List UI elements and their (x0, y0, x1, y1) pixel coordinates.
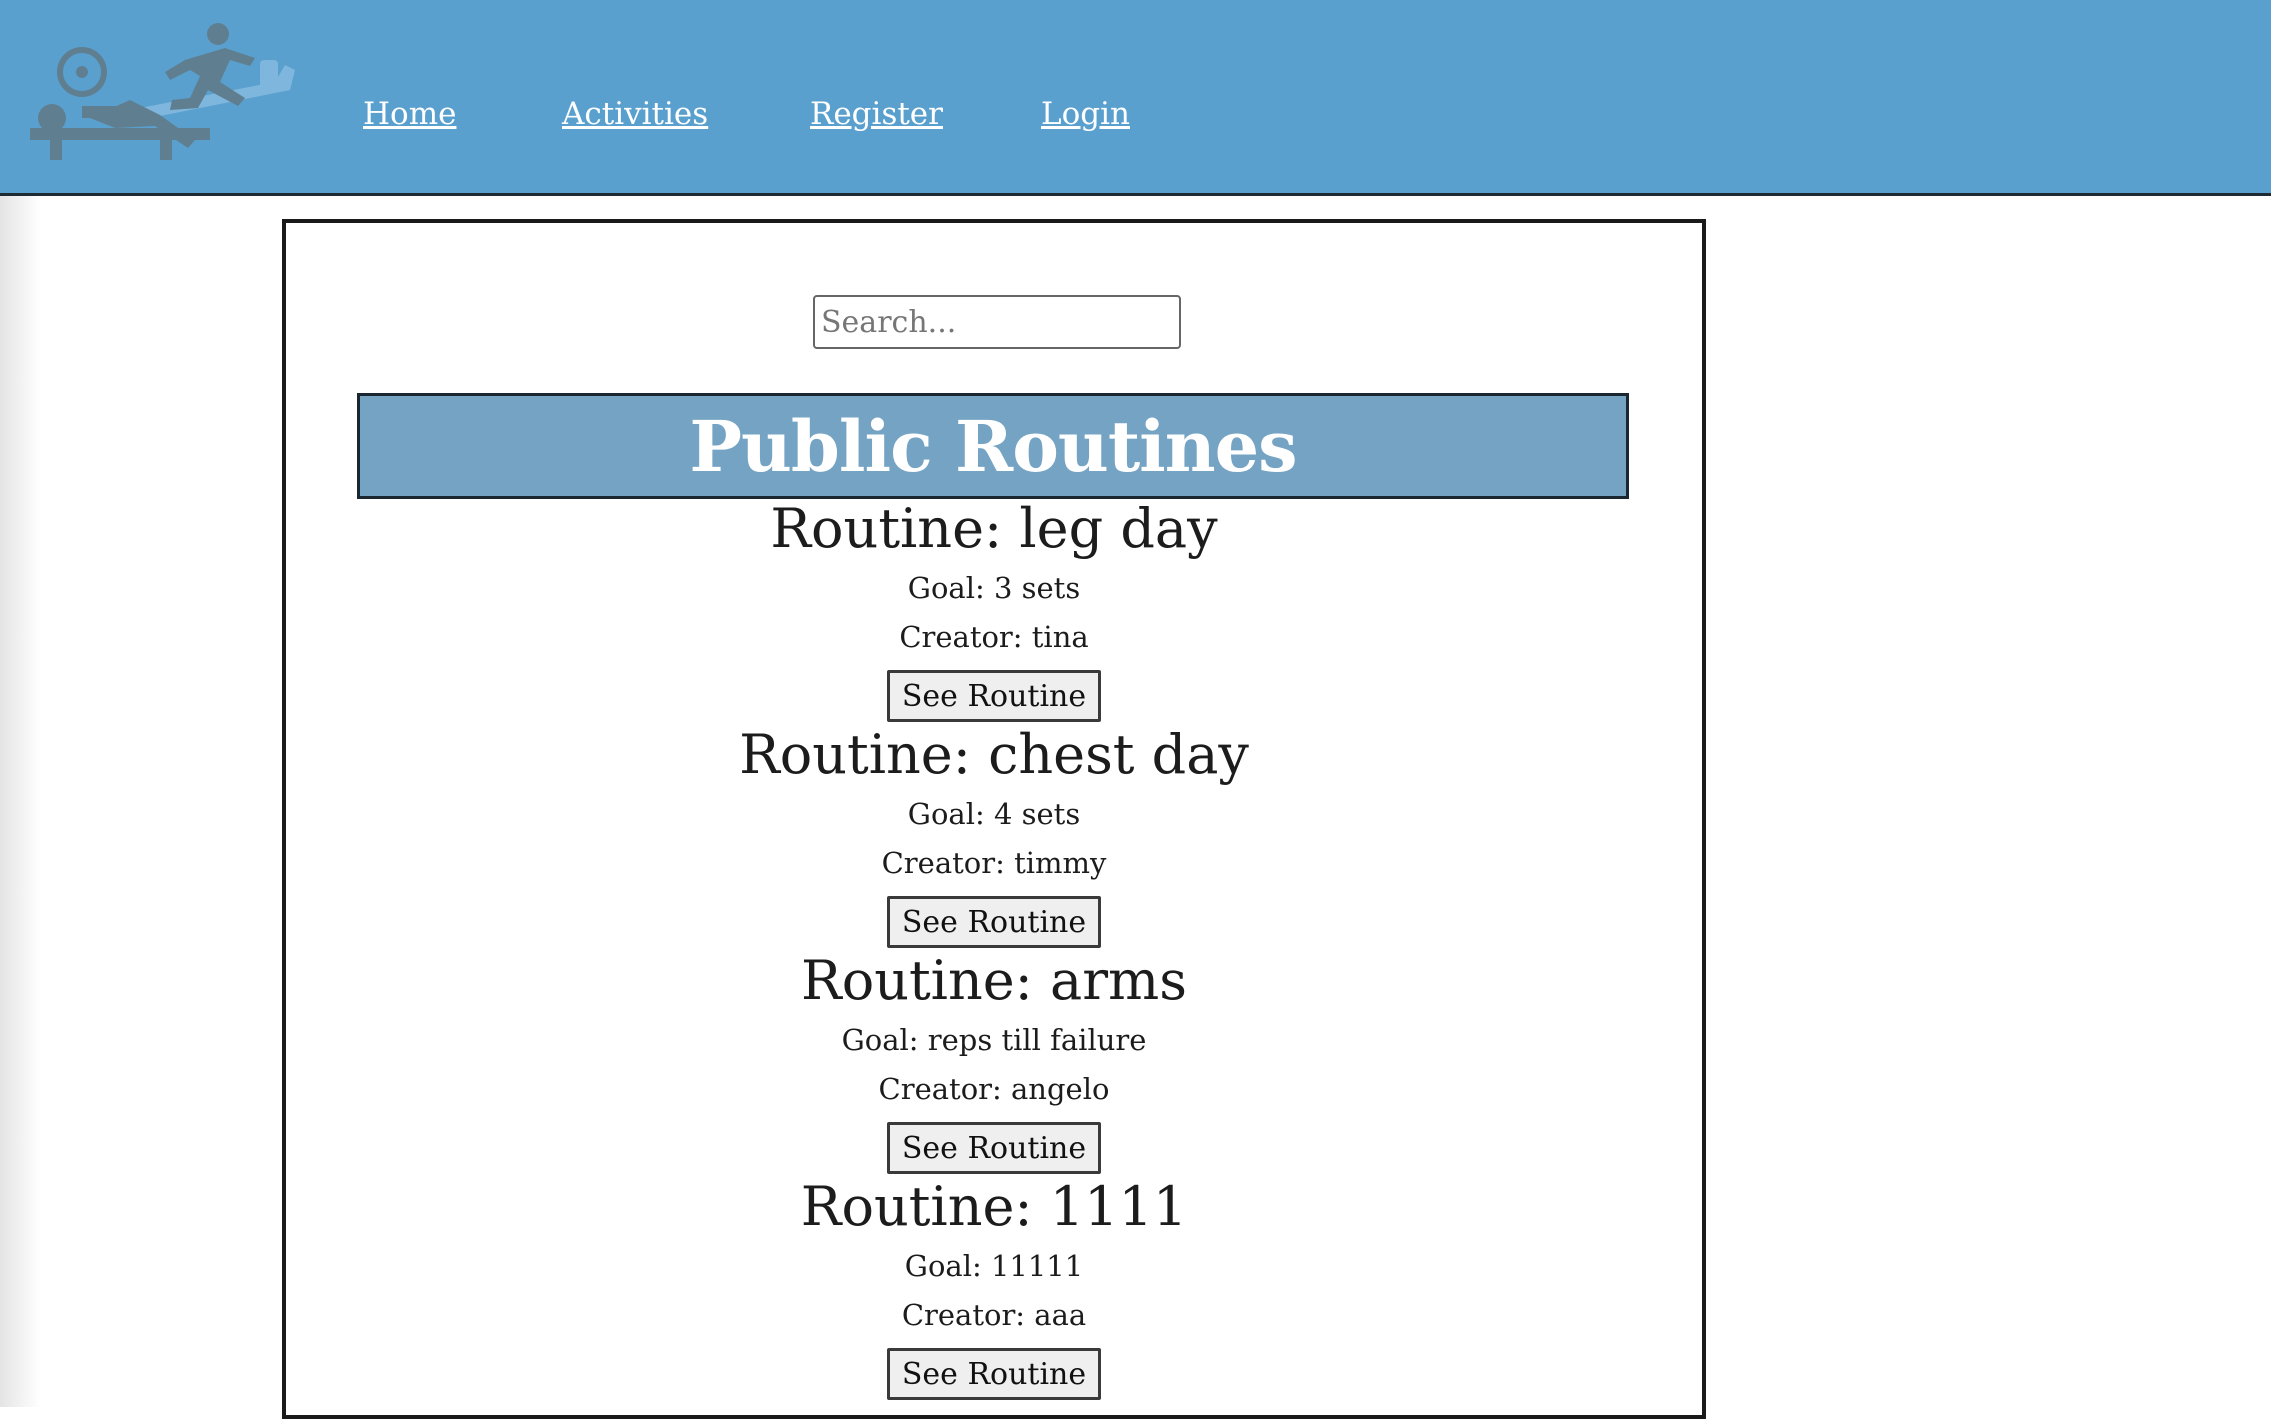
routine-item: Routine: leg day Goal: 3 sets Creator: t… (286, 499, 1702, 722)
routine-creator: Creator: tina (899, 620, 1089, 654)
workout-logo-icon[interactable] (20, 20, 300, 160)
see-routine-button[interactable]: See Routine (886, 896, 1102, 948)
routine-item: Routine: chest day Goal: 4 sets Creator:… (286, 725, 1702, 948)
nav-link-home[interactable]: Home (363, 96, 456, 132)
routine-goal: Goal: reps till failure (841, 1023, 1147, 1057)
routine-creator: Creator: aaa (901, 1298, 1087, 1332)
routine-name: Routine: chest day (739, 723, 1249, 786)
see-routine-button[interactable]: See Routine (886, 1122, 1102, 1174)
routine-item: Routine: arms Goal: reps till failure Cr… (286, 951, 1702, 1174)
nav-link-login[interactable]: Login (1041, 96, 1130, 132)
routine-creator: Creator: timmy (881, 846, 1107, 880)
see-routine-button[interactable]: See Routine (886, 670, 1102, 722)
routine-creator: Creator: angelo (878, 1072, 1110, 1106)
routine-name: Routine: 1111 (800, 1175, 1188, 1238)
routine-goal: Goal: 11111 (904, 1249, 1084, 1283)
routine-name: Routine: arms (801, 949, 1187, 1012)
routine-goal: Goal: 4 sets (907, 797, 1081, 831)
site-header: Home Activities Register Login (0, 0, 2271, 196)
see-routine-button[interactable]: See Routine (886, 1348, 1102, 1400)
page-left-shadow (0, 196, 40, 1407)
nav-link-register[interactable]: Register (810, 96, 943, 132)
section-title: Public Routines (689, 404, 1297, 488)
routine-name: Routine: leg day (770, 497, 1218, 560)
routine-goal: Goal: 3 sets (907, 571, 1081, 605)
section-title-banner: Public Routines (357, 393, 1629, 499)
routines-card: Public Routines Routine: leg day Goal: 3… (282, 219, 1706, 1419)
search-input[interactable] (813, 295, 1181, 349)
nav-link-activities[interactable]: Activities (562, 96, 708, 132)
routine-item: Routine: 1111 Goal: 11111 Creator: aaa S… (286, 1177, 1702, 1400)
